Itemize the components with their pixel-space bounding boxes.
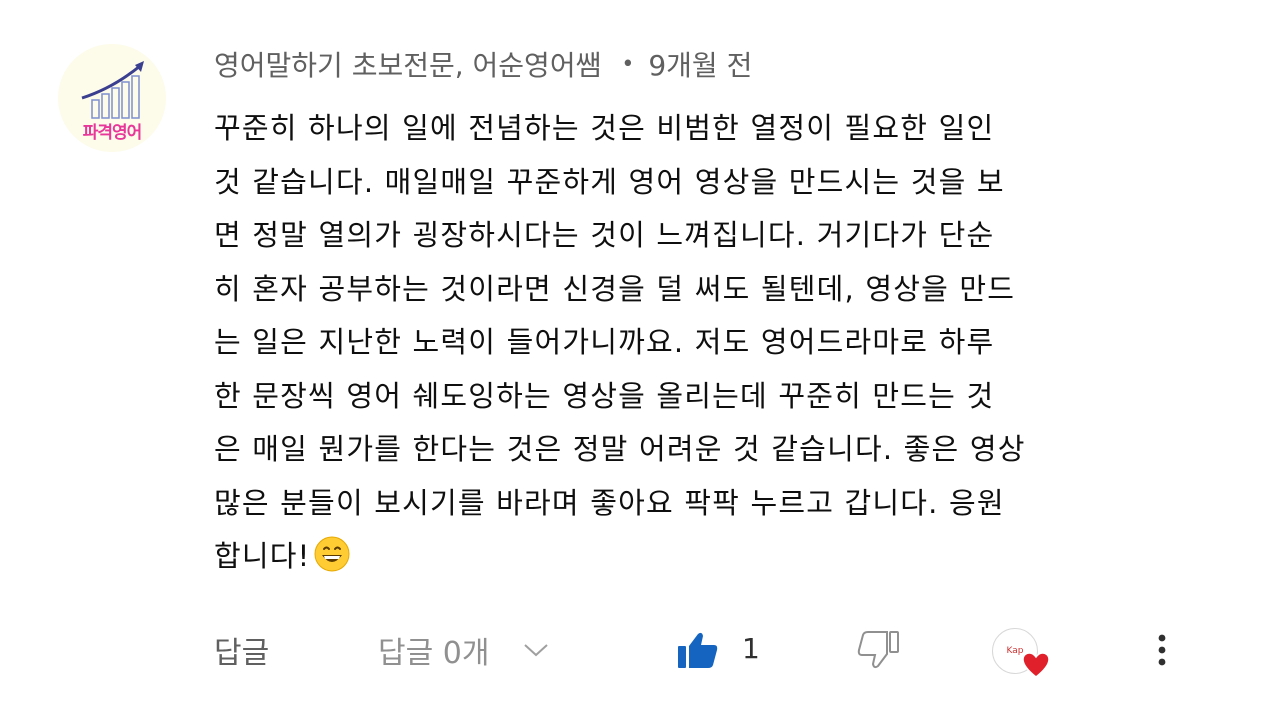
reply-button[interactable]: 답글 bbox=[214, 628, 269, 672]
comment-line: 은 매일 뭔가를 한다는 것은 정말 어려운 것 같습니다. 좋은 영상 bbox=[214, 432, 1026, 466]
comment-action-bar: 답글 답글 0개 1 Kap bbox=[0, 622, 1280, 682]
like-count: 1 bbox=[742, 632, 760, 665]
comment-body: 꾸준히 하나의 일에 전념하는 것은 비범한 열정이 필요한 일인 것 같습니다… bbox=[214, 102, 1214, 584]
dislike-button[interactable] bbox=[856, 630, 900, 674]
comment-time[interactable]: 9개월 전 bbox=[648, 44, 752, 84]
author-avatar[interactable]: 파격영어 bbox=[58, 44, 166, 152]
comment-header: 영어말하기 초보전문, 어순영어쌤 • 9개월 전 bbox=[214, 44, 752, 84]
thumbs-up-icon bbox=[678, 632, 718, 668]
view-replies-button[interactable]: 답글 0개 bbox=[378, 628, 549, 672]
more-vert-icon bbox=[1158, 634, 1166, 666]
comment-thread: 파격영어 영어말하기 초보전문, 어순영어쌤 • 9개월 전 꾸준히 하나의 일… bbox=[0, 0, 1280, 720]
replies-count-label: 답글 0개 bbox=[378, 636, 490, 671]
comment-line: 면 정말 열의가 굉장하시다는 것이 느껴집니다. 거기다가 단순 bbox=[214, 218, 995, 252]
like-button[interactable] bbox=[676, 630, 720, 674]
grinning-face-emoji bbox=[314, 536, 350, 572]
separator-dot: • bbox=[621, 51, 635, 77]
avatar-logo-text: 파격영어 bbox=[82, 123, 143, 143]
creator-heart-badge[interactable]: Kap bbox=[992, 628, 1052, 680]
comment-line: 한 문장씩 영어 쉐도잉하는 영상을 올리는데 꾸준히 만드는 것 bbox=[214, 378, 995, 413]
author-name[interactable]: 영어말하기 초보전문, 어순영어쌤 bbox=[214, 44, 601, 84]
heart-icon bbox=[1022, 652, 1050, 678]
comment-line: 히 혼자 공부하는 것이라면 신경을 덜 써도 될텐데, 영상을 만드 bbox=[214, 271, 1016, 306]
comment-line: 는 일은 지난한 노력이 들어가니까요. 저도 영어드라마로 하루 bbox=[214, 325, 995, 359]
thumbs-down-icon bbox=[857, 631, 899, 669]
more-options-button[interactable] bbox=[1148, 630, 1176, 674]
comment-line: 꾸준히 하나의 일에 전념하는 것은 비범한 열정이 필요한 일인 bbox=[214, 111, 995, 145]
comment-line: 많은 분들이 보시기를 바라며 좋아요 팍팍 누르고 갑니다. 응원 bbox=[214, 485, 1005, 520]
comment-line: 합니다! bbox=[214, 539, 311, 573]
chevron-down-icon bbox=[524, 644, 549, 657]
comment-last-line: 합니다! bbox=[214, 530, 1214, 584]
comment-line: 것 같습니다. 매일매일 꾸준하게 영어 영상을 만드시는 것을 보 bbox=[214, 164, 1005, 199]
